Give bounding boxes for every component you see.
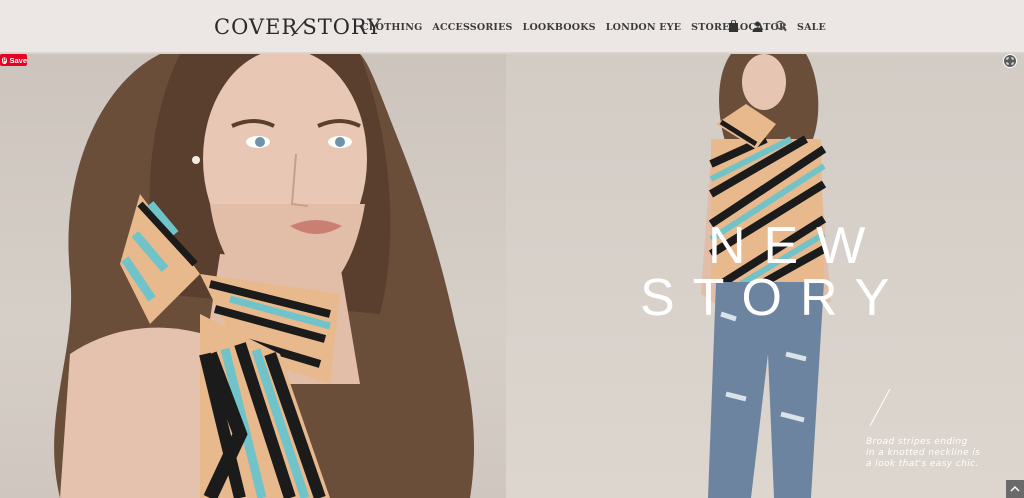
hero-caption: Broad stripes ending in a knotted neckli… bbox=[866, 437, 996, 470]
chevron-up-icon bbox=[1010, 485, 1020, 492]
pinterest-icon: p bbox=[2, 56, 8, 64]
headline-line-1: NEW bbox=[707, 217, 884, 275]
hero-portrait-image bbox=[0, 54, 506, 498]
user-icon[interactable] bbox=[751, 20, 763, 32]
nav-clothing[interactable]: CLOTHING bbox=[361, 22, 422, 33]
expand-icon[interactable] bbox=[1003, 54, 1017, 68]
site-logo[interactable]: COVER/STORY bbox=[214, 15, 382, 39]
nav-lookbooks[interactable]: LOOKBOOKS bbox=[523, 22, 596, 33]
pinterest-save-button[interactable]: p Save bbox=[0, 54, 27, 66]
site-header: COVER/STORY CLOTHING ACCESSORIES LOOKBOO… bbox=[0, 0, 1024, 53]
search-icon[interactable] bbox=[775, 20, 787, 32]
nav-sale[interactable]: SALE bbox=[797, 22, 826, 33]
headline-line-2: STORY bbox=[640, 269, 908, 327]
nav-london-eye[interactable]: LONDON EYE bbox=[606, 22, 681, 33]
bag-icon[interactable] bbox=[727, 20, 739, 32]
hero-headline: NEW STORY bbox=[640, 220, 907, 324]
caption-line-1: Broad stripes ending bbox=[866, 437, 968, 447]
caption-divider bbox=[869, 388, 891, 427]
logo-text-cover: COVER bbox=[214, 15, 299, 39]
caption-line-2: in a knotted neckline is bbox=[866, 448, 981, 458]
header-icons bbox=[727, 20, 787, 32]
caption-line-3: a look that's easy chic. bbox=[866, 459, 979, 469]
nav-accessories[interactable]: ACCESSORIES bbox=[432, 22, 512, 33]
save-label: Save bbox=[9, 55, 27, 65]
scroll-to-top-button[interactable] bbox=[1006, 480, 1024, 498]
